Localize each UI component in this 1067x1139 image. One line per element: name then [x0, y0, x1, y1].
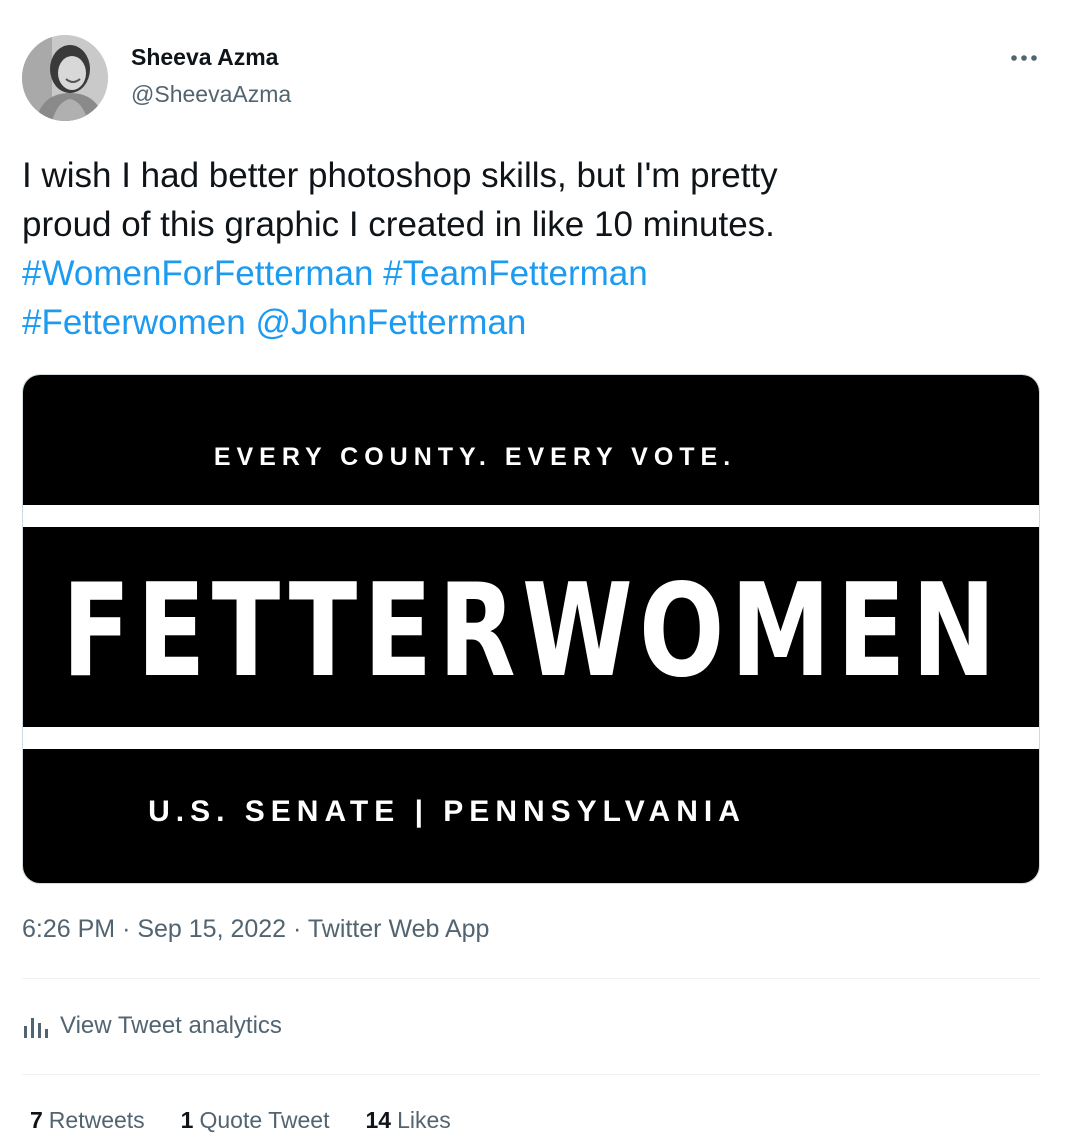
hashtag-link[interactable]: #Fetterwomen	[22, 303, 246, 342]
analytics-label: View Tweet analytics	[60, 1012, 282, 1039]
tweet-card: Sheeva Azma @SheevaAzma I wish I had bet…	[0, 0, 1067, 1139]
hashtag-link[interactable]: #WomenForFetterman	[22, 254, 373, 293]
view-analytics-link[interactable]: View Tweet analytics	[22, 1012, 282, 1040]
retweets-label: Retweets	[48, 1107, 145, 1133]
likes-label: Likes	[397, 1107, 451, 1133]
tweet-source[interactable]: Twitter Web App	[308, 915, 490, 943]
quotes-label: Quote Tweet	[199, 1107, 330, 1133]
tweet-text-line: proud of this graphic I created in like …	[22, 205, 775, 244]
quote-tweets-stat[interactable]: 1 Quote Tweet	[181, 1107, 330, 1134]
divider	[22, 1074, 1040, 1075]
quotes-count: 1	[180, 1107, 194, 1133]
tweet-media-image[interactable]: EVERY COUNTY. EVERY VOTE. FETTERWOMEN U.…	[22, 374, 1040, 884]
tweet-metadata: 6:26 PM · Sep 15, 2022 · Twitter Web App	[22, 915, 489, 944]
fetterwomen-graphic: EVERY COUNTY. EVERY VOTE. FETTERWOMEN U.…	[23, 375, 1039, 883]
avatar-photo	[22, 35, 108, 121]
tweet-links-line: #WomenForFetterman #TeamFetterman	[22, 249, 1032, 298]
graphic-top-text: EVERY COUNTY. EVERY VOTE.	[214, 443, 736, 471]
retweets-count: 7	[30, 1107, 43, 1133]
mention-link[interactable]: @JohnFetterman	[255, 303, 526, 342]
tweet-text-line: I wish I had better photoshop skills, bu…	[22, 156, 778, 195]
more-options-button[interactable]	[1002, 40, 1046, 76]
meta-separator: ·	[122, 915, 131, 943]
tweet-date[interactable]: Sep 15, 2022	[137, 915, 286, 943]
tweet-text: I wish I had better photoshop skills, bu…	[22, 151, 1032, 347]
likes-stat[interactable]: 14 Likes	[365, 1107, 450, 1134]
author-handle[interactable]: @SheevaAzma	[131, 81, 291, 108]
tweet-links-line: #Fetterwomen @JohnFetterman	[22, 298, 1032, 347]
author-name[interactable]: Sheeva Azma	[131, 44, 278, 71]
graphic-main-text: FETTERWOMEN	[62, 557, 1002, 706]
avatar[interactable]	[22, 35, 108, 121]
hashtag-link[interactable]: #TeamFetterman	[383, 254, 648, 293]
bar-chart-icon	[24, 1018, 48, 1038]
meta-separator: ·	[293, 915, 302, 943]
retweets-stat[interactable]: 7 Retweets	[30, 1107, 145, 1134]
likes-count: 14	[365, 1107, 392, 1133]
more-horizontal-icon	[1011, 55, 1037, 61]
divider	[22, 978, 1040, 979]
tweet-stats: 7 Retweets 1 Quote Tweet 14 Likes	[30, 1107, 487, 1134]
tweet-time[interactable]: 6:26 PM	[22, 915, 115, 943]
graphic-bottom-text: U.S. SENATE | PENNSYLVANIA	[148, 795, 746, 828]
